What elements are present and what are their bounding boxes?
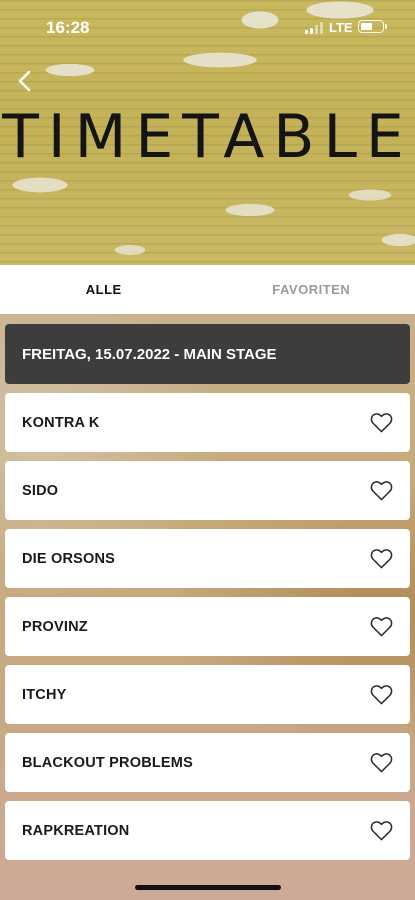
heart-outline-icon: [370, 413, 393, 433]
favorite-button[interactable]: [370, 752, 393, 773]
heart-outline-icon: [370, 481, 393, 501]
act-name: RAPKREATION: [22, 822, 130, 839]
status-bar: 16:28 LTE: [0, 0, 415, 50]
act-row[interactable]: ITCHY: [5, 665, 410, 724]
act-row[interactable]: DIE ORSONS: [5, 529, 410, 588]
act-row[interactable]: RAPKREATION: [5, 801, 410, 860]
act-name: DIE ORSONS: [22, 550, 116, 567]
heart-outline-icon: [370, 821, 393, 841]
tab-label: ALLE: [85, 282, 122, 297]
act-name: KONTRA K: [22, 414, 100, 431]
heart-outline-icon: [370, 685, 393, 705]
act-name: SIDO: [22, 482, 59, 499]
network-label: LTE: [329, 20, 353, 35]
act-name: ITCHY: [22, 686, 67, 703]
favorite-button[interactable]: [370, 820, 393, 841]
tab-alle[interactable]: ALLE: [0, 265, 208, 314]
signal-icon: [305, 22, 323, 34]
heart-outline-icon: [370, 753, 393, 773]
battery-icon: [358, 20, 387, 33]
heart-outline-icon: [370, 549, 393, 569]
tab-bar: ALLE FAVORITEN: [0, 265, 415, 314]
act-name: PROVINZ: [22, 618, 88, 635]
tab-label: FAVORITEN: [272, 282, 351, 297]
battery-fill: [361, 23, 372, 30]
favorite-button[interactable]: [370, 548, 393, 569]
favorite-button[interactable]: [370, 616, 393, 637]
act-name: BLACKOUT PROBLEMS: [22, 754, 193, 771]
favorite-button[interactable]: [370, 684, 393, 705]
favorite-button[interactable]: [370, 480, 393, 501]
day-section-header: FREITAG, 15.07.2022 - MAIN STAGE: [5, 324, 410, 384]
act-row[interactable]: BLACKOUT PROBLEMS: [5, 733, 410, 792]
page-title: TIMETABLE: [2, 102, 413, 172]
act-row[interactable]: PROVINZ: [5, 597, 410, 656]
favorite-button[interactable]: [370, 412, 393, 433]
tab-favoriten[interactable]: FAVORITEN: [208, 265, 415, 314]
status-time: 16:28: [46, 18, 90, 37]
heart-outline-icon: [370, 617, 393, 637]
act-row[interactable]: KONTRA K: [5, 393, 410, 452]
act-row[interactable]: SIDO: [5, 461, 410, 520]
chevron-left-icon: [18, 70, 31, 92]
home-indicator: [135, 885, 281, 890]
back-button[interactable]: [14, 68, 40, 94]
